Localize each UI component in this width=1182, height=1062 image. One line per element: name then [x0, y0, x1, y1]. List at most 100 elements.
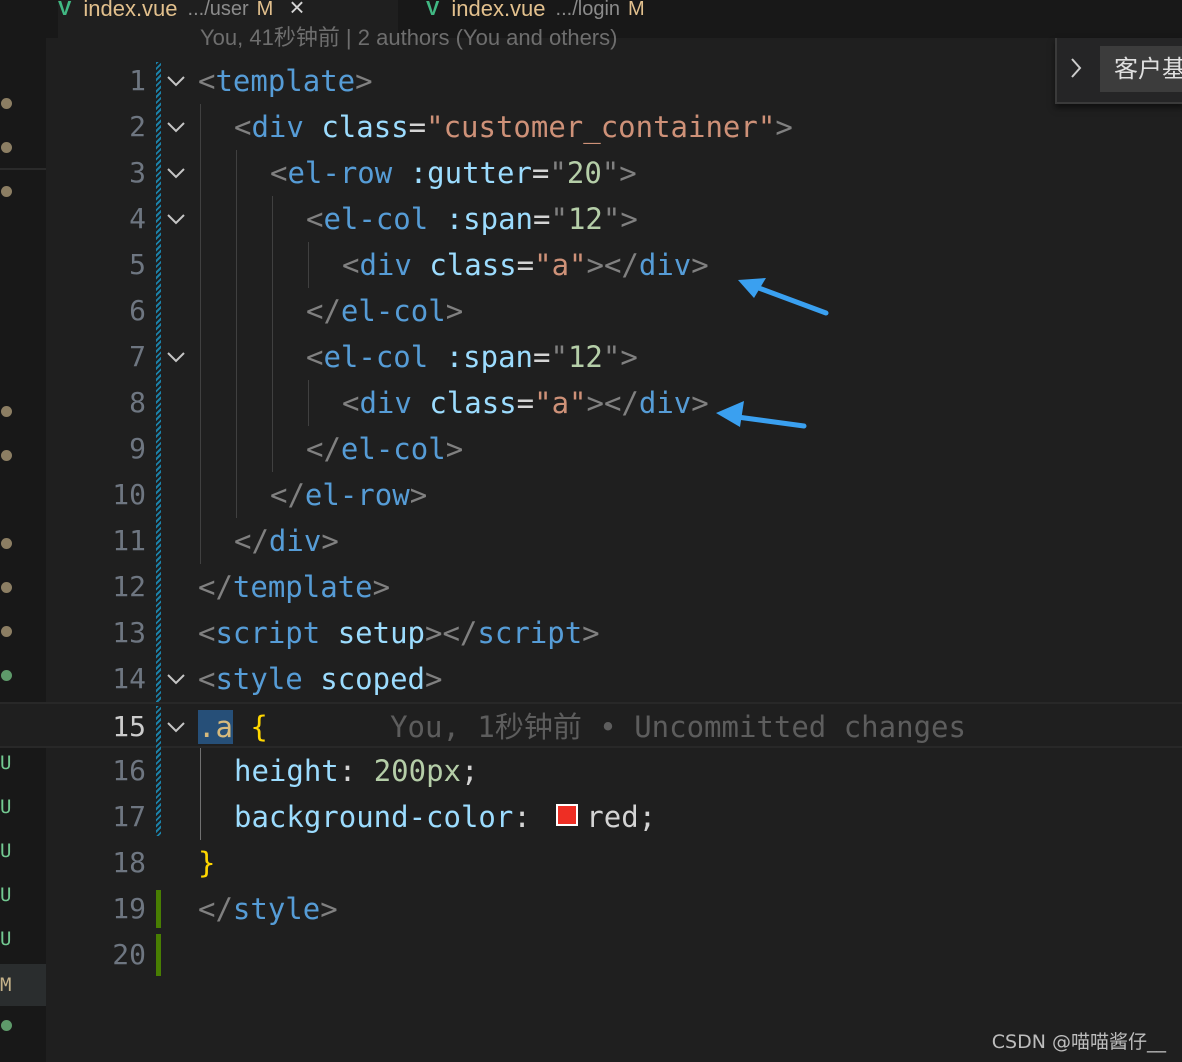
code-line[interactable]: 2 <div class="customer_container"> [0, 104, 1182, 150]
code-line[interactable]: 10 </el-row> [0, 472, 1182, 518]
code-token: el-col [323, 202, 429, 236]
tab-status: M [628, 0, 645, 20]
code-token: > [775, 110, 793, 144]
line-number: 20 [112, 938, 146, 971]
line-number: 11 [112, 524, 146, 557]
chevron-down-icon[interactable] [163, 196, 189, 242]
code-token: : [338, 754, 374, 788]
code-line[interactable]: 9 </el-col> [0, 426, 1182, 472]
code-line[interactable]: 6 </el-col> [0, 288, 1182, 334]
code-token: script [477, 616, 583, 650]
code-text: </template> [198, 564, 390, 610]
chevron-down-icon[interactable] [163, 104, 189, 150]
line-number: 2 [129, 110, 146, 143]
code-line[interactable]: 8 <div class="a"></div> [0, 380, 1182, 426]
code-line[interactable]: 18} [0, 840, 1182, 886]
code-token: </ [198, 892, 233, 926]
code-token: < [270, 156, 288, 190]
code-token: ></ [586, 386, 639, 420]
code-line[interactable]: 16 height: 200px; [0, 748, 1182, 794]
close-icon[interactable]: × [289, 0, 304, 20]
code-token: template [215, 64, 356, 98]
code-token: < [198, 616, 216, 650]
code-token: > [320, 892, 338, 926]
code-line[interactable]: 12 </template> [0, 564, 1182, 610]
code-token: .a [198, 710, 233, 744]
code-text: <div class="a"></div> [342, 242, 709, 288]
code-text: <div class="a"></div> [342, 380, 709, 426]
code-token: " [549, 156, 567, 190]
code-token: el-col [340, 432, 446, 466]
code-token: " [602, 340, 621, 374]
chevron-down-icon[interactable] [163, 58, 189, 104]
chevron-down-icon[interactable] [163, 150, 189, 196]
code-line[interactable]: 15 .a { You, 1秒钟前 • Uncommitted changes [0, 702, 1182, 748]
code-token: " [601, 156, 620, 190]
code-token: < [306, 340, 324, 374]
code-token: = [516, 248, 535, 282]
code-line[interactable]: 19 </style> [0, 886, 1182, 932]
code-line[interactable]: 3 <el-row :gutter="20"> [0, 150, 1182, 196]
code-text: height: 200px; [234, 748, 478, 794]
code-token: </ [306, 432, 341, 466]
tab-status: M [256, 0, 274, 20]
code-token: height [234, 754, 339, 788]
code-line[interactable]: 11 </div> [0, 518, 1182, 564]
code-token: :span [445, 202, 534, 236]
line-number: 14 [112, 662, 146, 695]
code-token: > [691, 386, 709, 420]
chevron-down-icon[interactable] [163, 704, 189, 750]
code-token: > [425, 662, 443, 696]
code-token: div [359, 386, 412, 420]
annotation-arrow [738, 278, 829, 316]
code-token: = [408, 110, 427, 144]
line-number: 18 [112, 846, 146, 879]
code-token: script [215, 616, 321, 650]
code-token: </ [306, 294, 341, 328]
git-blame-header[interactable]: You, 41秒钟前 | 2 authors (You and others) [200, 26, 617, 50]
code-token: "a" [534, 386, 587, 420]
code-token: = [533, 202, 551, 236]
indent-guide [236, 150, 237, 518]
code-token: el-col [340, 294, 446, 328]
untracked-dot [1, 1020, 12, 1031]
code-token: < [198, 662, 216, 696]
line-number: 9 [129, 432, 146, 465]
code-token: > [620, 202, 638, 236]
code-line[interactable]: 1 <template> [0, 58, 1182, 104]
chevron-down-icon[interactable] [163, 656, 189, 702]
code-token: div [638, 248, 692, 282]
code-token: > [582, 616, 600, 650]
code-line[interactable]: 5 <div class="a"></div> [0, 242, 1182, 288]
code-line[interactable]: 13 <script setup></script> [0, 610, 1182, 656]
code-token: > [445, 432, 464, 466]
color-swatch[interactable] [556, 804, 579, 826]
code-token: div [268, 524, 322, 558]
code-token: el-col [323, 340, 429, 374]
inline-blame: You, 1秒钟前 • Uncommitted changes [267, 710, 966, 744]
code-text: <style scoped> [198, 656, 442, 702]
code-token: 20 [566, 156, 602, 190]
code-token: " [550, 340, 568, 374]
code-token: ; [461, 754, 479, 788]
code-text: </el-row> [270, 472, 427, 518]
code-token: setup [337, 616, 426, 650]
code-line[interactable]: 4 <el-col :span="12"> [0, 196, 1182, 242]
code-token: </ [234, 524, 269, 558]
chevron-down-icon[interactable] [163, 334, 189, 380]
indent-guide [272, 196, 273, 472]
code-token: 12 [567, 202, 603, 236]
code-line[interactable]: 7 <el-col :span="12"> [0, 334, 1182, 380]
code-line[interactable]: 20 [0, 932, 1182, 978]
indent-guide [308, 380, 309, 426]
code-token: template [232, 570, 373, 604]
git-modified-gutter [156, 706, 161, 836]
code-line[interactable]: 14 <style scoped> [0, 656, 1182, 702]
git-added-gutter [156, 934, 161, 976]
code-token: 200px [373, 754, 461, 788]
code-line[interactable]: 17 background-color: red; [0, 794, 1182, 840]
